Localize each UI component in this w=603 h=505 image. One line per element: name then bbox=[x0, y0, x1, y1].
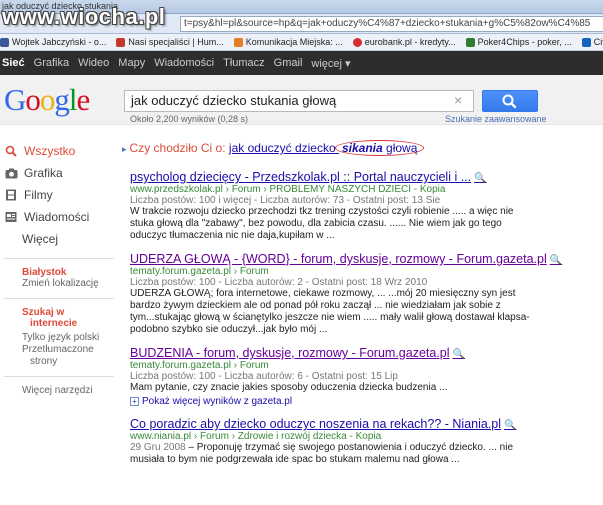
news-icon bbox=[4, 210, 18, 224]
nav-item-news[interactable]: Wiadomości bbox=[0, 206, 120, 228]
bookmark-3[interactable]: Komunikacja Miejska: ... bbox=[233, 37, 343, 47]
translated-pages-option[interactable]: Przetłumaczone bbox=[0, 344, 120, 356]
nav-item-images[interactable]: Grafika bbox=[0, 162, 120, 184]
gbar-maps[interactable]: Mapy bbox=[118, 57, 145, 69]
bookmark-favicon-icon bbox=[233, 37, 243, 47]
result-url: www.niania.pl › Forum › Zdrowie i rozwój… bbox=[130, 431, 382, 442]
result-meta: Liczba postów: 100 - Liczba autorów: 6 -… bbox=[130, 371, 398, 382]
gbar-images[interactable]: Grafika bbox=[34, 57, 69, 69]
nav-divider bbox=[4, 298, 114, 299]
bookmark-4[interactable]: eurobank.pl - kredyty... bbox=[352, 37, 456, 47]
result-title-link[interactable]: Co poradzic aby dziecko oduczyc noszenia… bbox=[130, 417, 600, 431]
preview-magnifier-icon[interactable]: 🔍 bbox=[474, 173, 486, 184]
bookmark-favicon-icon bbox=[116, 37, 126, 47]
search-icon bbox=[4, 144, 18, 158]
nav-divider bbox=[4, 258, 114, 259]
more-results-link[interactable]: + Pokaż więcej wyników z gazeta.pl bbox=[130, 396, 600, 407]
url-field[interactable]: t=psy&hl=pl&source=hp&q=jak+oduczy%C4%87… bbox=[180, 16, 603, 32]
search-input[interactable]: jak oduczyć dziecko stukania głową bbox=[124, 90, 474, 112]
more-tools-link[interactable]: Więcej narzędzi bbox=[0, 385, 120, 397]
bookmark-favicon-icon bbox=[465, 37, 475, 47]
nav-divider bbox=[4, 376, 114, 377]
watermark: www.wiocha.pl bbox=[2, 4, 166, 29]
result-snippet: tym...stukając głową w ścianętylko jeszc… bbox=[130, 312, 530, 323]
result-item: UDERZA GŁOWĄ - {WORD} - forum, dyskusje,… bbox=[122, 252, 600, 336]
nav-item-all[interactable]: Wszystko bbox=[0, 140, 120, 162]
google-bar: Sieć Grafika Wideo Mapy Wiadomości Tłuma… bbox=[0, 51, 603, 75]
search-header: Google jak oduczyć dziecko stukania głow… bbox=[0, 75, 603, 125]
preview-magnifier-icon[interactable]: 🔍 bbox=[550, 255, 562, 266]
result-item: Co poradzic aby dziecko oduczyc noszenia… bbox=[122, 417, 600, 466]
result-title-link[interactable]: UDERZA GŁOWĄ - {WORD} - forum, dyskusje,… bbox=[130, 252, 600, 266]
preview-magnifier-icon[interactable]: 🔍 bbox=[504, 420, 516, 431]
bookmark-5[interactable]: Poker4Chips - poker, ... bbox=[465, 37, 572, 47]
bookmark-favicon-icon bbox=[581, 37, 591, 47]
arrow-right-icon: ▸ bbox=[122, 144, 127, 154]
did-you-mean: ▸ Czy chodziło Ci o: jak oduczyć dziecko … bbox=[122, 140, 600, 156]
bookmark-favicon-icon bbox=[0, 37, 9, 47]
gbar-translate[interactable]: Tłumacz bbox=[223, 57, 265, 69]
polish-only-option[interactable]: Tylko język polski bbox=[0, 332, 120, 344]
gbar-gmail[interactable]: Gmail bbox=[274, 57, 303, 69]
plus-icon: + bbox=[130, 397, 139, 406]
result-title-link[interactable]: psycholog dziecięcy - Przedszkolak.pl ::… bbox=[130, 170, 600, 184]
search-icon bbox=[502, 94, 517, 109]
bookmark-2[interactable]: Nasi specjaliści | Hum... bbox=[116, 37, 224, 47]
gbar-more[interactable]: więcej ▾ bbox=[311, 57, 350, 70]
change-location-link[interactable]: Zmień lokalizację bbox=[0, 278, 120, 290]
results-list: ▸ Czy chodziło Ci o: jak oduczyć dziecko … bbox=[122, 140, 600, 476]
result-item: psycholog dziecięcy - Przedszkolak.pl ::… bbox=[122, 170, 600, 242]
result-snippet: oduczyc tłumaczenia nic nie daja,kupiłam… bbox=[130, 230, 335, 241]
result-meta: Liczba postów: 100 - Liczba autorów: 2 -… bbox=[130, 277, 428, 288]
result-url: tematy.forum.gazeta.pl › Forum bbox=[130, 360, 269, 371]
result-title-link[interactable]: BUDZENIA - forum, dyskusje, rozmowy - Fo… bbox=[130, 346, 600, 360]
highlight-oval: sikania głową bbox=[334, 140, 425, 156]
location-name: Białystok bbox=[22, 267, 67, 278]
clear-icon[interactable]: × bbox=[454, 92, 462, 108]
camera-icon bbox=[4, 166, 18, 180]
advanced-search-link[interactable]: Szukanie zaawansowane bbox=[445, 114, 547, 124]
result-meta: Liczba postów: 100 i więcej - Liczba aut… bbox=[130, 195, 441, 206]
result-snippet: Mam pytanie, czy znacie jakies sposoby o… bbox=[130, 382, 448, 393]
result-snippet: stuka głową dla "zabawy", bez powodu, dl… bbox=[130, 218, 502, 229]
nav-item-videos[interactable]: Filmy bbox=[0, 184, 120, 206]
search-web-heading-2: internecie bbox=[30, 318, 78, 329]
search-web-heading: Szukaj w bbox=[22, 307, 65, 318]
bookmark-6[interactable]: Citi Handlowy bbox=[581, 37, 603, 47]
result-url: www.przedszkolak.pl › Forum › PROBLEMY N… bbox=[130, 184, 446, 195]
left-nav: Wszystko Grafika Filmy Wiadomości Więcej… bbox=[0, 140, 120, 397]
result-item: BUDZENIA - forum, dyskusje, rozmowy - Fo… bbox=[122, 346, 600, 407]
result-meta: 29 Gru 2008 bbox=[130, 442, 186, 453]
result-url: tematy.forum.gazeta.pl › Forum bbox=[130, 266, 269, 277]
translated-pages-option-2[interactable]: strony bbox=[0, 356, 120, 368]
result-snippet: podobno szybko sie oduczył...jak było mó… bbox=[130, 324, 328, 335]
search-button[interactable] bbox=[482, 90, 538, 112]
result-count: Około 2,200 wyników (0,28 s) bbox=[130, 114, 249, 124]
bookmark-1[interactable]: Wojtek Jabczyński - o... bbox=[0, 37, 106, 47]
gbar-news[interactable]: Wiadomości bbox=[154, 57, 214, 69]
nav-item-more[interactable]: Więcej bbox=[0, 228, 120, 250]
gbar-web[interactable]: Sieć bbox=[2, 57, 25, 69]
result-snippet: 29 Gru 2008 – Proponuję trzymać się swoj… bbox=[130, 442, 514, 453]
bookmarks-bar: Wojtek Jabczyński - o... Nasi specjaliśc… bbox=[0, 34, 603, 51]
result-snippet: musiała to bym nie podgrzewała ide spac … bbox=[130, 454, 460, 465]
bookmark-favicon-icon bbox=[352, 37, 362, 47]
gbar-video[interactable]: Wideo bbox=[78, 57, 109, 69]
result-snippet: UDERZA GŁOWĄ; fora internetowe, ciekawe … bbox=[130, 288, 516, 299]
preview-magnifier-icon[interactable]: 🔍 bbox=[453, 349, 465, 360]
suggested-query-link[interactable]: jak oduczyć dziecko sikania głową bbox=[229, 140, 425, 156]
result-snippet: W trakcie rozwoju dziecko przechodzi tkz… bbox=[130, 206, 514, 217]
film-icon bbox=[4, 188, 18, 202]
google-logo[interactable]: Google bbox=[4, 82, 90, 118]
result-snippet: bardzo żywym dzieckiem ale od ponad pół … bbox=[130, 300, 501, 311]
